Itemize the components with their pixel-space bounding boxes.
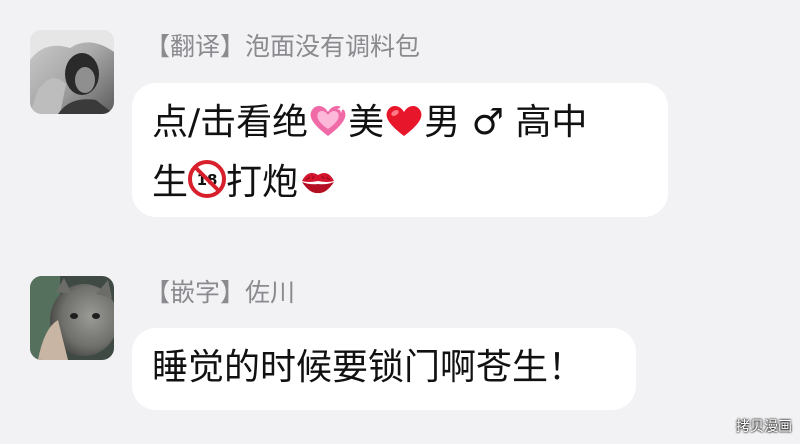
message-bubble[interactable]: 点/击看绝美男 ♂ 高中生18打炮	[132, 83, 668, 217]
avatar[interactable]	[30, 30, 114, 114]
avatar[interactable]	[30, 276, 114, 360]
message-text: 男	[424, 102, 461, 143]
message-text: ♂ 高中	[471, 102, 588, 143]
message-bubble[interactable]: 睡觉的时候要锁门啊苍生！	[132, 328, 636, 410]
red-heart-icon	[384, 99, 424, 155]
avatar-photo	[30, 30, 114, 114]
kiss-mark-icon	[298, 159, 338, 215]
message-text: 点/击看绝	[152, 102, 309, 143]
message-text: 睡觉的时候要锁门啊苍生！	[152, 347, 585, 388]
message-text: 打炮	[226, 162, 299, 203]
no-under-18-icon: 18	[188, 159, 227, 215]
sender-name: 【翻译】泡面没有调料包	[145, 32, 421, 61]
avatar-photo	[30, 276, 114, 360]
message-text: 生	[152, 162, 189, 203]
sparkling-heart-icon	[308, 99, 348, 155]
message-text: 美	[348, 102, 385, 143]
sender-name: 【嵌字】佐川	[145, 278, 296, 307]
watermark: 拷贝漫画	[736, 419, 792, 435]
